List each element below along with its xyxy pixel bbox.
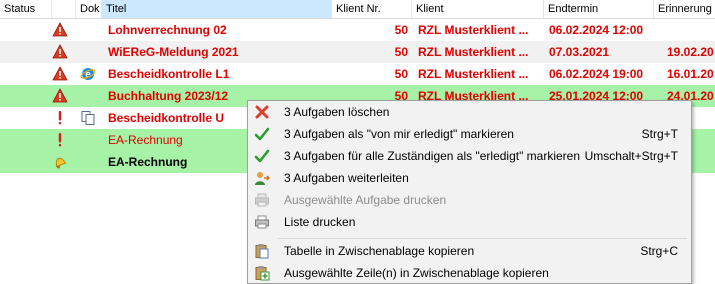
table-row[interactable]: e Bescheidkontrolle L1 50 RZL Musterklie… — [0, 63, 715, 85]
menu-item-label: Tabelle in Zwischenablage kopieren — [284, 244, 475, 258]
menu-item-mark-done-by-me[interactable]: 3 Aufgaben als "von mir erledigt" markie… — [250, 123, 690, 145]
cell-erinnerung: 19.02.20 — [667, 45, 714, 59]
menu-item-forward[interactable]: 3 Aufgaben weiterleiten — [250, 167, 690, 189]
column-header-endtermin[interactable]: Endtermin — [544, 0, 654, 18]
menu-item-delete[interactable]: 3 Aufgaben löschen — [250, 101, 690, 123]
warning-icon — [52, 88, 68, 103]
menu-item-label: 3 Aufgaben weiterleiten — [284, 171, 409, 185]
column-header-erinnerung[interactable]: Erinnerung — [654, 0, 715, 18]
printer-icon — [255, 215, 269, 229]
cell-endtermin: 06.02.2024 12:00 — [549, 23, 644, 37]
bell-icon — [55, 157, 67, 169]
column-header-dok[interactable]: Dok — [76, 0, 102, 18]
printer-icon — [255, 193, 269, 207]
menu-item-copy-table[interactable]: Tabelle in Zwischenablage kopieren Strg+… — [250, 240, 690, 262]
menu-item-label: Ausgewählte Zeile(n) in Zwischenablage k… — [284, 266, 549, 280]
menu-item-shortcut: Strg+C — [640, 244, 678, 258]
cell-titel: Lohnverrechnung 02 — [108, 23, 227, 37]
cell-klient-nr: 50 — [394, 67, 408, 81]
browser-icon[interactable]: e — [80, 66, 96, 82]
clipboard-add-icon — [255, 266, 270, 281]
warning-icon — [52, 66, 68, 81]
menu-item-mark-done-for-all[interactable]: 3 Aufgaben für alle Zuständigen als "erl… — [250, 145, 690, 167]
exclamation-icon — [58, 133, 62, 147]
cell-klient-nr: 50 — [394, 45, 408, 59]
menu-item-copy-selected-rows[interactable]: Ausgewählte Zeile(n) in Zwischenablage k… — [250, 262, 690, 284]
menu-item-print-list[interactable]: Liste drucken — [250, 211, 690, 233]
context-menu: 3 Aufgaben löschen 3 Aufgaben als "von m… — [247, 100, 692, 284]
menu-item-label: Liste drucken — [284, 215, 356, 229]
column-header-klient[interactable]: Klient — [412, 0, 544, 18]
column-header-status[interactable]: Status — [0, 0, 52, 18]
cell-klient: RZL Musterklient ... — [418, 67, 529, 81]
menu-separator — [278, 238, 687, 239]
cell-klient-nr: 50 — [394, 23, 408, 37]
column-header-klient-nr[interactable]: Klient Nr. — [332, 0, 412, 18]
cell-titel: WiEReG-Meldung 2021 — [108, 45, 239, 59]
grid-header: Status Dok Titel Klient Nr. Klient Endte… — [0, 0, 715, 19]
warning-icon — [52, 22, 68, 37]
exclamation-icon — [58, 111, 62, 125]
cell-klient: RZL Musterklient ... — [418, 45, 529, 59]
cell-erinnerung — [667, 19, 715, 41]
menu-item-label: 3 Aufgaben als "von mir erledigt" markie… — [284, 127, 514, 141]
checkmark-icon — [254, 149, 270, 163]
menu-item-label: 3 Aufgaben für alle Zuständigen als "erl… — [284, 149, 581, 163]
delete-x-icon — [255, 105, 269, 119]
cell-klient: RZL Musterklient ... — [418, 23, 529, 37]
menu-item-label: Ausgewählte Aufgabe drucken — [284, 193, 447, 207]
forward-user-icon — [255, 172, 270, 185]
cell-titel: Bescheidkontrolle L1 — [108, 67, 230, 81]
table-row[interactable]: Lohnverrechnung 02 50 RZL Musterklient .… — [0, 19, 715, 41]
menu-item-label: 3 Aufgaben löschen — [284, 105, 390, 119]
clipboard-icon — [255, 244, 269, 259]
cell-endtermin: 07.03.2021 — [549, 45, 610, 59]
checkmark-icon — [254, 127, 270, 141]
copy-document-icon[interactable] — [80, 110, 96, 126]
menu-item-shortcut: Umschalt+Strg+T — [584, 149, 678, 163]
column-header-expand[interactable] — [52, 0, 76, 18]
cell-erinnerung: 16.01.20 — [667, 67, 714, 81]
cell-endtermin: 06.02.2024 19:00 — [549, 67, 644, 81]
menu-item-print-selected: Ausgewählte Aufgabe drucken — [250, 189, 690, 211]
warning-icon — [52, 44, 68, 59]
table-row[interactable]: WiEReG-Meldung 2021 50 RZL Musterklient … — [0, 41, 715, 63]
menu-item-shortcut: Strg+T — [641, 127, 678, 141]
column-header-titel[interactable]: Titel — [102, 0, 332, 18]
